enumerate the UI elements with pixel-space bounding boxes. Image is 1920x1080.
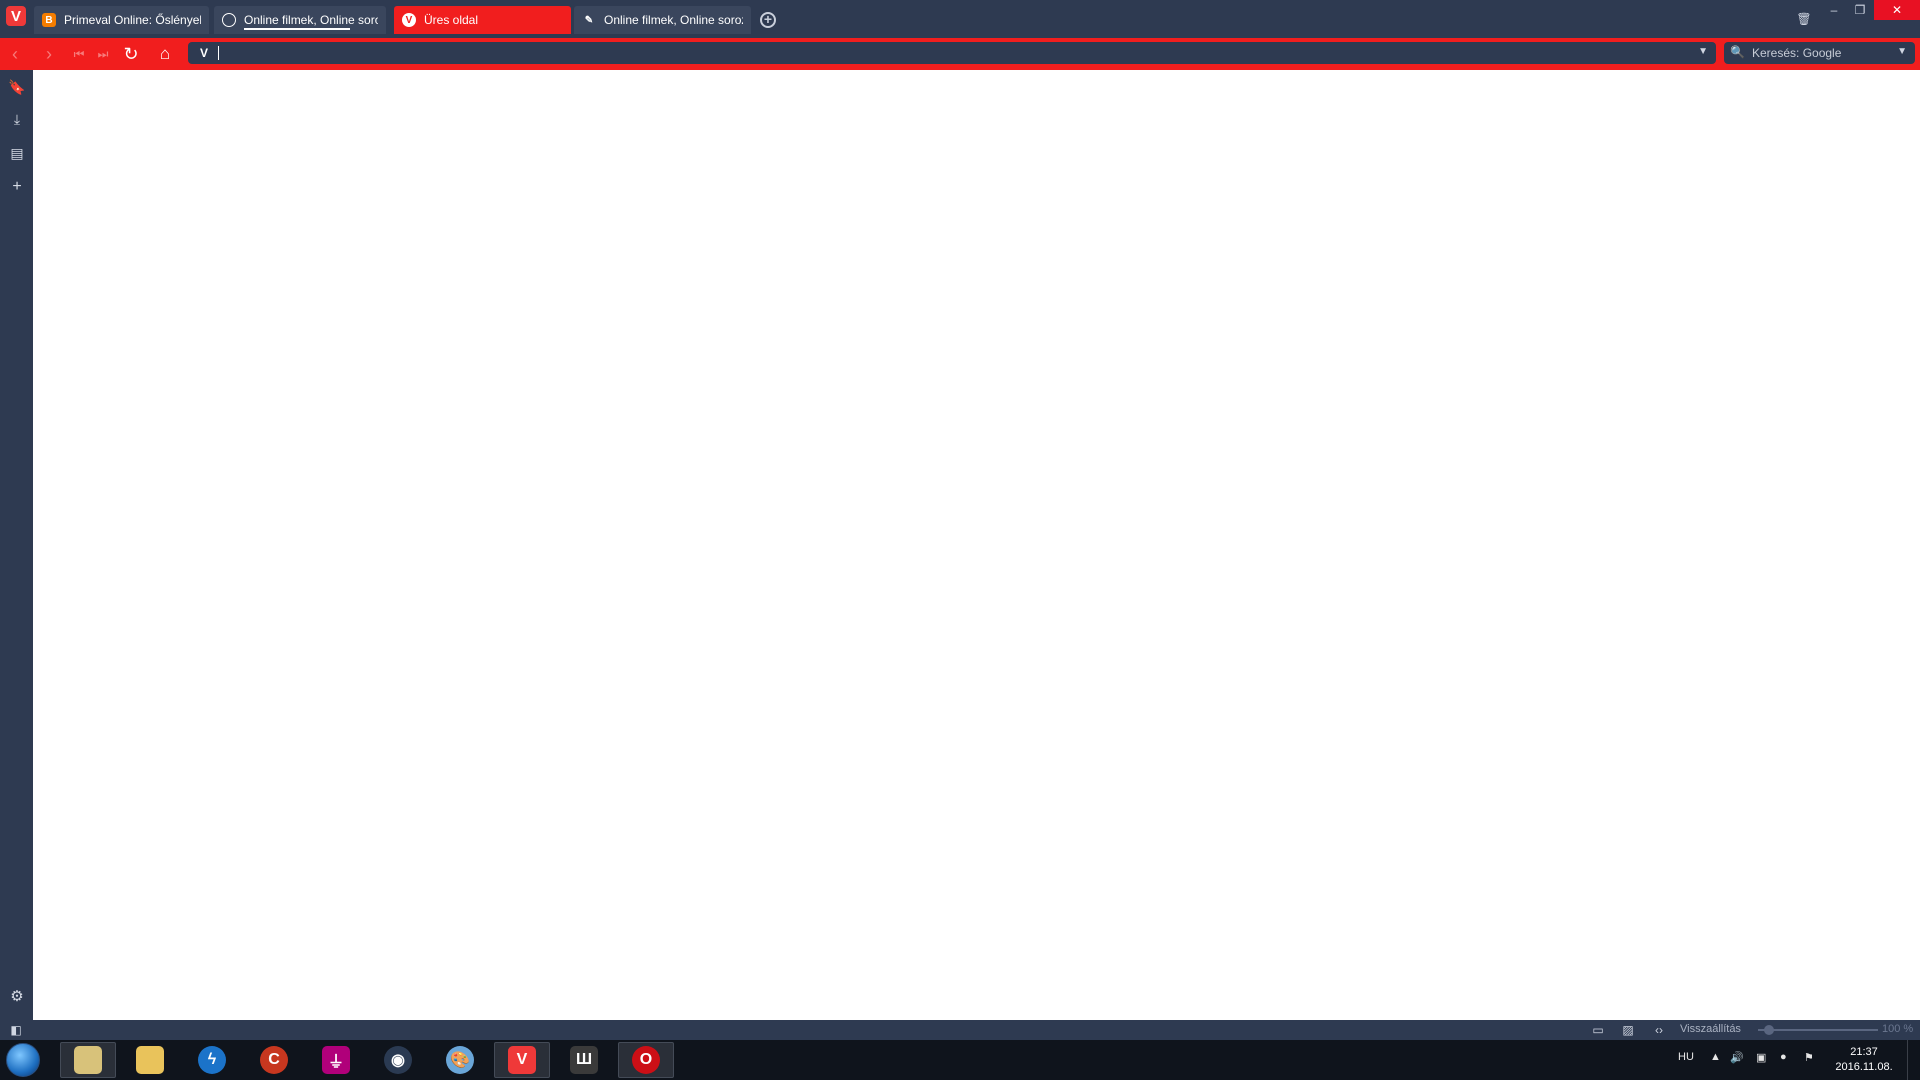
taskbar-app-explorer[interactable] (122, 1042, 178, 1078)
tab-bar: V B Primeval Online: Őslények k Online f… (0, 0, 1920, 38)
tab-title: Primeval Online: Őslények k (64, 13, 201, 27)
tray-expand-icon[interactable]: ▲ (1710, 1051, 1721, 1063)
restore-button[interactable]: ❐ (1848, 0, 1872, 20)
taskbar: ϟ C ⏚ ◉ 🎨 V Ш O HU ▲ 🔊 ▣ ● ⚑ 21:37 2016.… (0, 1040, 1920, 1080)
update-icon[interactable]: ● (1780, 1051, 1787, 1063)
tab-ures-oldal[interactable]: V Üres oldal (394, 6, 571, 34)
status-bar: ◧ ▭ ▨ ‹› Visszaállítás 100 % (0, 1020, 1920, 1040)
volume-icon[interactable]: 🔊 (1730, 1051, 1744, 1064)
page-content[interactable] (33, 70, 1920, 1020)
address-field[interactable]: V ▼ (188, 42, 1716, 64)
show-desktop-button[interactable] (1907, 1040, 1920, 1080)
taskbar-app-hotspot[interactable]: ⏚ (308, 1042, 364, 1078)
taskbar-app-desktop[interactable] (60, 1042, 116, 1078)
lightning-icon: ϟ (198, 1046, 226, 1074)
steam-icon: ◉ (384, 1046, 412, 1074)
system-clock[interactable]: 21:37 2016.11.08. (1830, 1045, 1898, 1075)
search-placeholder: Keresés: Google (1752, 46, 1842, 60)
new-tab-icon[interactable]: + (760, 12, 776, 28)
vivaldi-icon: V (508, 1046, 536, 1074)
taskbar-app-steam[interactable]: ◉ (370, 1042, 426, 1078)
bookmarks-icon[interactable]: 🔖 (8, 78, 26, 96)
globe-icon (222, 13, 236, 27)
file-explorer-icon (136, 1046, 164, 1074)
text-caret (218, 46, 219, 60)
taskbar-app-ccleaner[interactable]: C (246, 1042, 302, 1078)
tab-title: Online filmek, Online soroz (604, 13, 743, 27)
pin-icon: ✎ (584, 14, 594, 26)
search-engine-dropdown-icon[interactable]: ▼ (1897, 46, 1907, 57)
taskbar-app-paint[interactable]: 🎨 (432, 1042, 488, 1078)
trash-icon[interactable]: 🗑 (1796, 10, 1812, 28)
taskbar-app-speed[interactable]: ϟ (184, 1042, 240, 1078)
palette-icon: 🎨 (446, 1046, 474, 1074)
taskbar-app-vivaldi[interactable]: V (494, 1042, 550, 1078)
zoom-reset-button[interactable]: Visszaállítás (1680, 1023, 1741, 1035)
site-info-icon[interactable]: V (196, 45, 212, 61)
vivaldi-menu-icon[interactable]: V (6, 6, 26, 26)
tiling-icon[interactable]: ▭ (1590, 1022, 1606, 1038)
vivaldi-icon: V (402, 13, 416, 27)
ccleaner-icon: C (260, 1046, 288, 1074)
taskbar-app-opera[interactable]: O (618, 1042, 674, 1078)
settings-gear-icon[interactable]: ⚙ (8, 988, 26, 1006)
language-indicator[interactable]: HU (1678, 1051, 1694, 1063)
screen: V B Primeval Online: Őslények k Online f… (0, 0, 1920, 1080)
tab-title: Online filmek, Online soroz (244, 13, 378, 27)
search-field[interactable]: 🔍 Keresés: Google ▼ (1724, 42, 1915, 64)
page-actions-icon[interactable]: ‹› (1650, 1022, 1668, 1038)
tab-title: Üres oldal (424, 13, 479, 27)
tab-online-filmek-2[interactable]: ✎ Online filmek, Online soroz (574, 6, 751, 34)
tab-loading-indicator (244, 28, 350, 30)
opera-icon: O (632, 1046, 660, 1074)
clock-time: 21:37 (1850, 1046, 1878, 1058)
folder-icon (74, 1046, 102, 1074)
tower-icon: ⏚ (322, 1046, 350, 1074)
history-dropdown-icon[interactable]: ▼ (1698, 46, 1708, 57)
home-icon[interactable]: ⌂ (154, 44, 176, 64)
images-icon[interactable]: ▨ (1620, 1022, 1636, 1038)
add-panel-icon[interactable]: + (8, 178, 26, 196)
rewind-icon[interactable]: ⏮ (68, 44, 90, 64)
zoom-slider[interactable] (1758, 1029, 1878, 1031)
close-button[interactable]: ✕ (1874, 0, 1920, 20)
search-icon: 🔍 (1730, 45, 1745, 59)
clock-date: 2016.11.08. (1835, 1061, 1893, 1073)
downloads-icon[interactable]: ⤓ (8, 110, 26, 128)
action-center-flag-icon[interactable]: ⚑ (1804, 1051, 1814, 1064)
taskbar-app-world-of-tanks[interactable]: Ш (556, 1042, 612, 1078)
blogger-icon: B (42, 13, 56, 27)
zoom-level: 100 % (1882, 1023, 1914, 1035)
zoom-slider-knob[interactable] (1764, 1025, 1774, 1035)
tab-primeval[interactable]: B Primeval Online: Őslények k (34, 6, 209, 34)
notes-icon[interactable]: ▤ (8, 144, 26, 162)
reload-icon[interactable]: ↻ (120, 44, 142, 64)
fast-forward-icon[interactable]: ⏭ (92, 44, 114, 64)
forward-icon[interactable]: › (38, 44, 60, 64)
tab-online-filmek-1[interactable]: Online filmek, Online soroz (214, 6, 386, 34)
network-icon[interactable]: ▣ (1756, 1051, 1766, 1064)
minimize-button[interactable]: – (1822, 0, 1846, 20)
back-icon[interactable]: ‹ (4, 44, 26, 64)
panel-toggle-icon[interactable]: ◧ (8, 1022, 24, 1038)
tank-icon: Ш (570, 1046, 598, 1074)
start-button[interactable] (6, 1043, 40, 1077)
side-panel: 🔖 ⤓ ▤ + ⚙ (0, 70, 33, 1020)
